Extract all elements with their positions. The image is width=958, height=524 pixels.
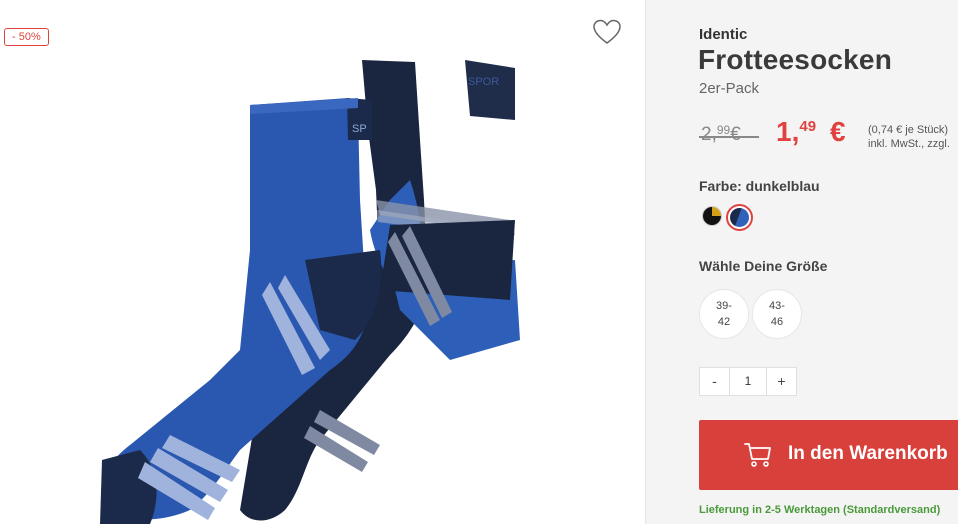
size-option-line1: 43- (769, 300, 785, 312)
brand-name[interactable]: Identic (699, 26, 747, 43)
old-price: 2,99€ (699, 123, 759, 146)
current-price-main: 1, (776, 116, 800, 147)
size-label: Wähle Deine Größe (699, 258, 828, 274)
add-to-cart-label: In den Warenkorb (788, 443, 948, 464)
color-swatch-fill (730, 208, 749, 227)
product-title: Frotteesocken (698, 44, 892, 75)
color-swatch-black-yellow[interactable] (702, 206, 722, 226)
quantity-decrease-button[interactable]: - (700, 368, 729, 395)
size-option-line2: 42 (717, 316, 731, 328)
color-swatch-dunkelblau[interactable] (726, 204, 753, 231)
sock-blue: SP (100, 98, 382, 524)
svg-text:SP: SP (352, 123, 367, 135)
old-price-cents: 99 (716, 123, 731, 137)
price-note: (0,74 € je Stück) inkl. MwSt., zzgl. (868, 123, 950, 151)
size-option-43-46[interactable]: 43- 46 (752, 289, 802, 339)
size-option-line1: 39- (716, 300, 732, 312)
color-label: Farbe: dunkelblau (699, 178, 820, 194)
product-gallery: - 50% SPOR SP (0, 0, 645, 524)
product-info-panel: Identic Frotteesocken 2er-Pack 2,99€ 1,4… (645, 0, 958, 524)
quantity-increase-button[interactable]: + (767, 368, 796, 395)
shopping-cart-icon (744, 443, 771, 467)
add-to-cart-button[interactable]: In den Warenkorb (699, 420, 958, 490)
quantity-input[interactable]: 1 (729, 368, 767, 395)
strikethrough-line (699, 136, 759, 138)
old-price-currency: € (730, 124, 741, 145)
quantity-stepper: - 1 + (699, 367, 797, 396)
delivery-info: Lieferung in 2-5 Werktagen (Standardvers… (699, 504, 941, 516)
tax-note: inkl. MwSt., zzgl. (868, 138, 950, 150)
product-image[interactable]: SPOR SP (90, 50, 530, 524)
current-price-cents: 49 (799, 118, 817, 135)
size-option-line2: 46 (770, 316, 784, 328)
size-option-39-42[interactable]: 39- 42 (699, 289, 749, 339)
svg-text:SPOR: SPOR (468, 76, 499, 88)
heart-outline-icon[interactable] (592, 18, 622, 46)
old-price-main: 2, (701, 124, 717, 145)
product-subtitle: 2er-Pack (699, 80, 760, 97)
current-price: 1,49 € (776, 116, 846, 148)
unit-price: (0,74 € je Stück) (868, 124, 949, 136)
current-price-currency: € (830, 116, 846, 147)
discount-badge: - 50% (4, 28, 49, 46)
